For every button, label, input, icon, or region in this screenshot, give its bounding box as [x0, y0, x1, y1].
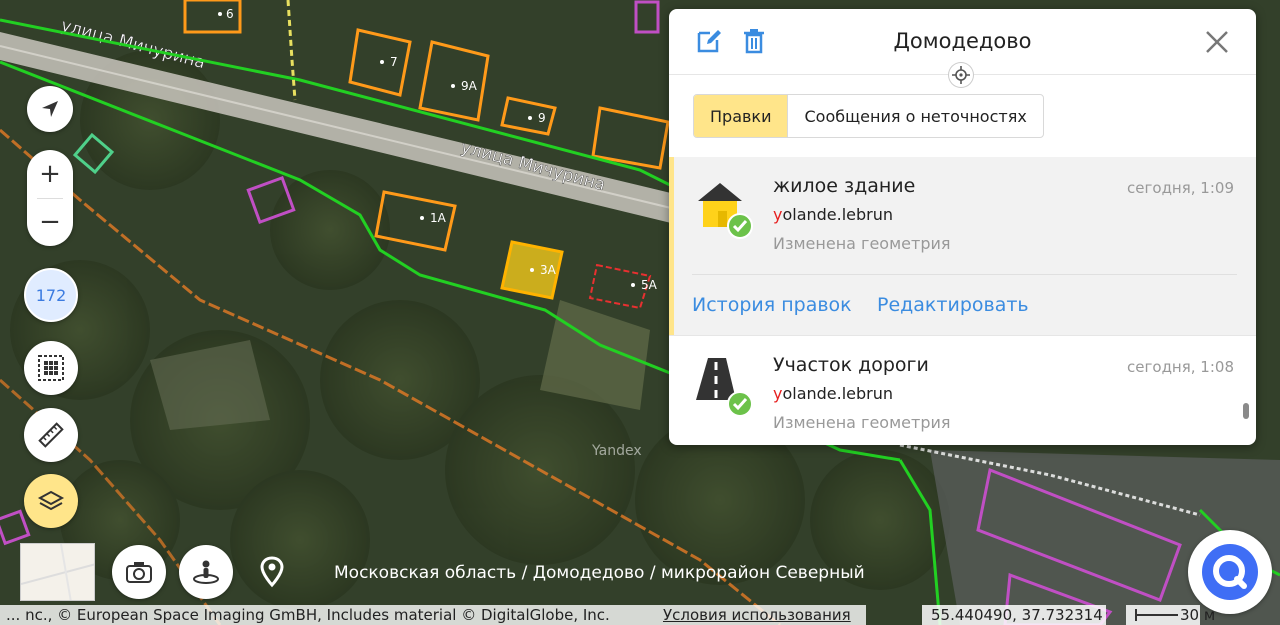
photo-button[interactable] — [112, 545, 166, 599]
tab-edits[interactable]: Правки — [694, 95, 788, 137]
item-title: Участок дороги — [773, 354, 929, 376]
item-time: сегодня, 1:08 — [1127, 358, 1234, 376]
center-button[interactable] — [949, 63, 973, 87]
breadcrumb: Московская область / Домодедово / микрор… — [334, 563, 865, 583]
layers-icon — [37, 490, 65, 511]
house-number: 7 — [390, 55, 398, 69]
place-pin-button[interactable] — [258, 556, 286, 588]
item-time: сегодня, 1:09 — [1127, 179, 1234, 197]
user-rest: olande.lebrun — [782, 205, 894, 224]
locate-button[interactable] — [27, 86, 73, 132]
house-number: 9 — [538, 111, 546, 125]
grid-icon — [38, 355, 64, 381]
chat-button[interactable] — [1188, 530, 1272, 614]
item-user: yolande.lebrun — [773, 384, 893, 403]
grid-button[interactable] — [24, 341, 78, 395]
copyright-text: ... nc., © European Space Imaging GmBH, … — [6, 606, 610, 624]
minimap-icon — [21, 544, 94, 600]
tab-reports[interactable]: Сообщения о неточностях — [787, 95, 1042, 137]
edit-item[interactable]: Участок дороги сегодня, 1:08 yolande.leb… — [669, 335, 1256, 445]
camera-icon — [126, 562, 152, 583]
item-title: жилое здание — [773, 175, 916, 197]
history-link[interactable]: История правок — [692, 294, 852, 316]
item-description: Изменена геометрия — [773, 234, 951, 253]
house-number: 3А — [540, 263, 557, 277]
close-icon — [1206, 31, 1228, 53]
user-rest: olande.lebrun — [782, 384, 894, 403]
edits-panel: Домодедово Правки Сообщения о неточностя… — [669, 9, 1256, 445]
person-360-icon — [193, 560, 219, 584]
item-user: yolande.lebrun — [773, 205, 893, 224]
coordinates-label: 55.440490, 37.732314 — [931, 606, 1103, 624]
ruler-icon — [38, 422, 64, 448]
crosshair-icon — [952, 66, 970, 84]
zoom-control: + − — [27, 150, 73, 246]
edit-link[interactable]: Редактировать — [877, 294, 1029, 316]
house-number: 6 — [226, 7, 234, 21]
navigation-arrow-icon — [42, 101, 58, 117]
terms-link[interactable]: Условия использования — [663, 606, 851, 624]
counter-button[interactable]: 172 — [24, 268, 78, 322]
zoom-out-button[interactable]: − — [27, 198, 73, 246]
edit-item[interactable]: жилое здание сегодня, 1:09 yolande.lebru… — [669, 157, 1256, 335]
scale-box: 30 м — [1126, 605, 1215, 625]
panel-tabs: Правки Сообщения о неточностях — [693, 94, 1044, 138]
zoom-in-button[interactable]: + — [27, 150, 73, 198]
panel-scrollbar[interactable] — [1243, 403, 1249, 419]
place-marker-icon — [260, 556, 284, 588]
layers-button[interactable] — [24, 474, 78, 528]
chat-icon — [1202, 544, 1258, 600]
counter-label: 172 — [35, 285, 67, 305]
house-number: 5А — [641, 278, 658, 292]
map-watermark: Yandex — [591, 443, 642, 459]
panorama-button[interactable] — [179, 545, 233, 599]
house-number: 1А — [430, 211, 447, 225]
attribution-bar: ... nc., © European Space Imaging GmBH, … — [0, 605, 866, 625]
coordinates-box: 55.440490, 37.732314 — [922, 605, 1106, 625]
item-description: Изменена геометрия — [773, 413, 951, 432]
ruler-button[interactable] — [24, 408, 78, 462]
house-number: 9А — [461, 79, 478, 93]
minimap[interactable] — [20, 543, 95, 601]
close-button[interactable] — [1204, 29, 1230, 55]
panel-title: Домодедово — [893, 29, 1032, 53]
house-icon — [694, 179, 754, 239]
road-icon — [694, 356, 754, 418]
